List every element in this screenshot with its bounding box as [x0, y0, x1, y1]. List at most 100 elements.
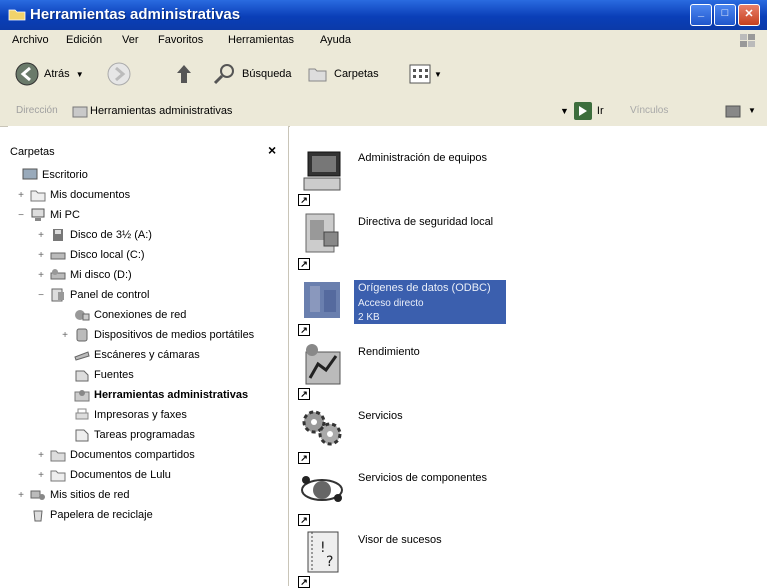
tree-item-mis-documentos[interactable]: + Mis documentos: [16, 186, 130, 204]
menu-edicion[interactable]: Edición: [66, 34, 102, 46]
tree-item-disco-a[interactable]: + Disco de 3½ (A:): [36, 226, 152, 244]
svg-text:?: ?: [326, 554, 333, 570]
folder-icon: [8, 9, 26, 21]
title-bar: Herramientas administrativas _ □ ✕: [0, 0, 767, 30]
chevron-down-icon: ▼: [75, 69, 84, 79]
tree-item-documentos-lulu[interactable]: + Documentos de Lulu: [36, 466, 171, 484]
shortcut-arrow-icon: ↗: [298, 258, 310, 270]
menu-favoritos[interactable]: Favoritos: [158, 34, 203, 46]
address-label: Dirección: [16, 105, 58, 116]
file-item-visor-de-sucesos[interactable]: ! ? ↗ Visor de sucesos: [298, 528, 718, 588]
views-button[interactable]: ▼: [408, 60, 442, 88]
file-item-administracion-de-equipos[interactable]: ↗ Administración de equipos: [298, 146, 718, 206]
shortcut-arrow-icon: ↗: [298, 576, 310, 588]
search-button[interactable]: Búsqueda: [212, 60, 292, 88]
folder-icon: [50, 448, 66, 462]
expand-toggle[interactable]: +: [36, 230, 46, 241]
up-arrow-icon: [177, 65, 191, 83]
back-button[interactable]: Atrás ▼: [14, 60, 84, 88]
folders-icon: [308, 68, 327, 82]
device-icon: [74, 328, 90, 342]
security-policy-icon: [305, 213, 339, 253]
network-places-icon: [30, 488, 46, 502]
tree-item-impresoras[interactable]: Impresoras y faxes: [74, 406, 187, 424]
drive-icon: [50, 268, 66, 282]
expand-toggle[interactable]: +: [36, 470, 46, 481]
fonts-icon: [74, 368, 90, 382]
tasks-icon: [74, 428, 90, 442]
tree-item-mi-pc[interactable]: − Mi PC: [16, 206, 80, 224]
shortcut-arrow-icon: ↗: [298, 194, 310, 206]
expand-toggle[interactable]: +: [36, 250, 46, 261]
folders-pane-header: Carpetas: [10, 146, 55, 158]
tree-item-dispositivos[interactable]: + Dispositivos de medios portátiles: [60, 326, 254, 344]
menu-ayuda[interactable]: Ayuda: [320, 34, 351, 46]
file-item-origenes-de-datos[interactable]: ↗ Orígenes de datos (ODBC) Acceso direct…: [298, 276, 718, 336]
forward-button[interactable]: [106, 60, 132, 88]
window-title: Herramientas administrativas: [30, 6, 241, 23]
folder-icon: [50, 468, 66, 482]
admin-tools-icon: [72, 106, 88, 118]
shortcut-arrow-icon: ↗: [298, 452, 310, 464]
file-item-servicios[interactable]: ↗ Servicios: [298, 404, 718, 464]
menu-herramientas[interactable]: Herramientas: [228, 34, 294, 46]
tree-item-papelera[interactable]: Papelera de reciclaje: [30, 506, 153, 524]
tree-item-herramientas-administrativas[interactable]: Herramientas administrativas: [74, 386, 248, 404]
collapse-toggle[interactable]: −: [16, 210, 26, 221]
folders-button[interactable]: Carpetas: [306, 60, 379, 88]
scanner-icon: [74, 348, 90, 362]
file-list-pane: ↗ Administración de equipos ↗ Directiva …: [290, 126, 767, 588]
chevron-down-icon: ▼: [434, 69, 442, 79]
recycle-bin-icon: [30, 508, 46, 522]
maximize-button[interactable]: □: [714, 4, 736, 26]
go-arrow-icon: [573, 102, 592, 120]
tree-item-documentos-compartidos[interactable]: + Documentos compartidos: [36, 446, 195, 464]
chevron-down-icon: ▼: [748, 106, 756, 115]
up-folder-button[interactable]: [172, 60, 196, 88]
menu-archivo[interactable]: Archivo: [12, 34, 49, 46]
expand-toggle[interactable]: +: [36, 270, 46, 281]
printer-icon: [74, 408, 90, 422]
links-folder-icon: [725, 105, 741, 118]
menu-ver[interactable]: Ver: [122, 34, 139, 46]
expand-toggle[interactable]: +: [16, 190, 26, 201]
tree-item-mis-sitios-de-red[interactable]: + Mis sitios de red: [16, 486, 129, 504]
computer-icon: [30, 208, 46, 222]
file-item-rendimiento[interactable]: ↗ Rendimiento: [298, 340, 718, 400]
tree-item-disco-c[interactable]: + Disco local (C:): [36, 246, 145, 264]
tree-item-tareas[interactable]: Tareas programadas: [74, 426, 195, 444]
close-pane-button[interactable]: ×: [268, 142, 276, 158]
minimize-button[interactable]: _: [690, 4, 712, 26]
network-icon: [74, 308, 90, 322]
odbc-icon: [304, 282, 340, 318]
file-item-servicios-de-componentes[interactable]: ↗ Servicios de componentes: [298, 466, 718, 526]
close-button[interactable]: ✕: [738, 4, 760, 26]
back-arrow-icon: [15, 62, 39, 86]
links-label[interactable]: Vínculos: [630, 105, 668, 116]
address-bar: Dirección Herramientas administrativas ▼…: [0, 96, 767, 127]
address-input[interactable]: Herramientas administrativas: [90, 105, 232, 117]
collapse-toggle[interactable]: −: [36, 290, 46, 301]
tree-item-escaneres[interactable]: Escáneres y cámaras: [74, 346, 200, 364]
shortcut-arrow-icon: ↗: [298, 514, 310, 526]
computer-management-icon: [303, 151, 341, 191]
folders-pane: Carpetas × Escritorio + Mis documentos −…: [8, 126, 289, 586]
search-icon: [213, 64, 234, 85]
tree-item-conexiones-de-red[interactable]: Conexiones de red: [60, 306, 186, 324]
expand-toggle[interactable]: +: [36, 450, 46, 461]
tree-item-panel-de-control[interactable]: − Panel de control: [36, 286, 150, 304]
desktop-icon: [22, 168, 38, 182]
expand-toggle[interactable]: +: [16, 490, 26, 501]
file-item-directiva-seguridad[interactable]: ↗ Directiva de seguridad local: [298, 210, 718, 270]
expand-toggle[interactable]: +: [60, 330, 70, 341]
forward-arrow-icon: [107, 62, 131, 86]
tree-item-disco-d[interactable]: + Mi disco (D:): [36, 266, 132, 284]
admin-tools-icon: [74, 388, 90, 402]
tree-item-escritorio[interactable]: Escritorio: [8, 166, 88, 184]
performance-icon: [305, 344, 341, 385]
component-services-icon: [301, 476, 343, 502]
shortcut-arrow-icon: ↗: [298, 388, 310, 400]
event-viewer-icon: ! ?: [307, 531, 339, 573]
tree-item-fuentes[interactable]: Fuentes: [74, 366, 134, 384]
go-button[interactable]: ▼ Ir: [560, 101, 604, 121]
